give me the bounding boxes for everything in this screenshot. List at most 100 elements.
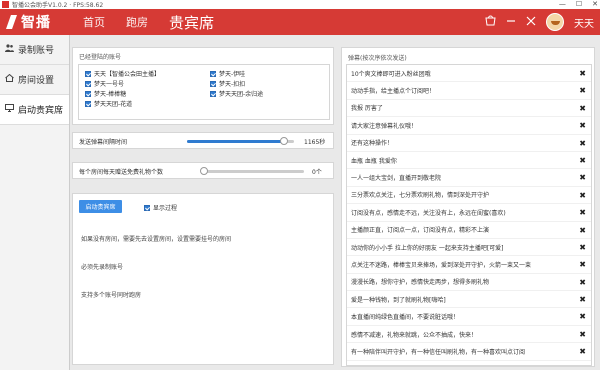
sidebar-item-label: 房间设置: [18, 76, 55, 86]
danmu-message-text: 有一种陪伴叫开守护，有一种信任叫刷礼物，有一种喜欢叫点订阅: [351, 348, 526, 356]
list-item[interactable]: 10个爽文棒即可进入粉丝团哦 ✖: [347, 65, 591, 83]
list-item[interactable]: 动动手指，给主播点个订阅吧！ ✖: [347, 82, 591, 100]
delete-icon[interactable]: ✖: [579, 243, 586, 252]
delete-icon[interactable]: ✖: [579, 70, 586, 78]
account-checkbox[interactable]: 梦天-扣扣: [210, 79, 330, 88]
account-checkbox[interactable]: 梦天一号号: [85, 79, 210, 88]
accounts-box: 已经登陆的账号 天天【智播公会田主播】 梦天-伊哇 梦天一号号 梦天-扣扣 梦天…: [72, 47, 334, 125]
app-header: 智播 首页 跑房 贵宾席 天天: [0, 9, 600, 35]
delete-icon[interactable]: ✖: [579, 348, 586, 356]
delete-icon[interactable]: ✖: [579, 139, 586, 148]
avatar[interactable]: [546, 13, 564, 31]
checkbox-checked-icon[interactable]: [210, 70, 216, 77]
list-item[interactable]: 爱是一种钱物，到了就刷礼物[嗨哈] ✖: [347, 291, 591, 309]
nav-home[interactable]: 首页: [83, 14, 105, 30]
gift-slider[interactable]: [200, 167, 304, 175]
checkbox-checked-icon[interactable]: [85, 100, 91, 107]
delete-icon[interactable]: ✖: [579, 87, 586, 95]
delete-icon[interactable]: ✖: [579, 313, 586, 321]
list-item[interactable]: 动动你的小小手 拉上你的好朋友 一起来支持主播吧[可爱] ✖: [347, 239, 591, 257]
list-item[interactable]: 还有这种操作！ ✖: [347, 135, 591, 152]
sidebar-item-start-vip[interactable]: 启动贵宾席: [0, 95, 69, 125]
delete-icon[interactable]: ✖: [579, 209, 586, 217]
account-checkbox[interactable]: 梦天-伊哇: [210, 69, 330, 78]
username[interactable]: 天天: [574, 15, 594, 30]
list-item[interactable]: 三分票欢点关注，七分票欢刷礼物，情到深处开守护 ✖: [347, 187, 591, 205]
interval-label: 发送弹幕间隔时间: [79, 139, 128, 146]
accounts-list: 天天【智播公会田主播】 梦天-伊哇 梦天一号号 梦天-扣扣 梦天-棒棒糖 梦天天…: [78, 64, 330, 120]
window-close-button[interactable]: ✕: [592, 0, 598, 9]
delete-icon[interactable]: ✖: [579, 261, 586, 269]
users-icon: [5, 44, 15, 55]
interval-slider-fill: [187, 140, 285, 143]
info-line: 如果没有房间，需要先去设置房间，设置需要挂号的房间: [81, 236, 232, 243]
list-item[interactable]: 本直播间纯绿色直播间，不要说脏话哦！ ✖: [347, 308, 591, 326]
list-item[interactable]: 主播颜正直，订阅点一点，订阅没有点，精彩不上演 ✖: [347, 222, 591, 239]
delete-icon[interactable]: ✖: [579, 191, 586, 200]
window-titlebar: 智播公会助手V1.0.2 · FPS:58.62 — ☐ ✕: [0, 0, 600, 9]
delete-icon[interactable]: ✖: [579, 226, 586, 235]
list-item[interactable]: 感情不减速，礼物来就跳，公众不抽成，快来！ ✖: [347, 326, 591, 344]
nav-run-room[interactable]: 跑房: [126, 14, 148, 30]
start-vip-button[interactable]: 启动贵宾席: [79, 200, 122, 213]
delete-icon[interactable]: ✖: [579, 122, 586, 130]
list-item[interactable]: 点关注不迷路，棒棒宝贝来捧场，爱到深处开守护，火箭一束又一束 ✖: [347, 256, 591, 274]
delete-icon[interactable]: ✖: [579, 296, 586, 304]
delete-icon[interactable]: ✖: [579, 174, 586, 182]
delete-icon[interactable]: ✖: [579, 104, 586, 113]
checkbox-checked-icon[interactable]: [85, 90, 91, 97]
account-label: 梦天天团-余归途: [219, 91, 264, 98]
info-line: 支持多个账号同时跑房: [81, 292, 142, 299]
account-label: 天天【智播公会田主播】: [94, 71, 161, 78]
window-minimize-button[interactable]: —: [559, 0, 566, 9]
checkbox-checked-icon[interactable]: [210, 90, 216, 97]
interval-slider-thumb[interactable]: [280, 137, 289, 145]
sidebar-item-room-settings[interactable]: 房间设置: [0, 65, 69, 95]
list-item[interactable]: 我报 厉害了 ✖: [347, 100, 591, 118]
list-item[interactable]: 血瓶 血瓶 我爱你 ✖: [347, 152, 591, 170]
danmu-message-text: 我报 厉害了: [351, 105, 383, 113]
close-icon[interactable]: [526, 16, 536, 29]
danmu-message-text: 10个爽文棒即可进入粉丝团哦: [351, 70, 431, 78]
danmu-message-text: 还有这种操作！: [351, 140, 394, 148]
list-item[interactable]: 请大家注意弹幕礼仪哦！ ✖: [347, 117, 591, 135]
danmu-message-text: 本直播间纯绿色直播间，不要说脏话哦！: [351, 314, 460, 322]
danmu-message-text: 动动你的小小手 拉上你的好朋友 一起来支持主播吧[可爱]: [351, 244, 504, 252]
window-maximize-button[interactable]: ☐: [576, 0, 582, 9]
list-item[interactable]: 订阅没有点，感情走不远，关注没有上，永远在闺蜜(喜欢) ✖: [347, 204, 591, 222]
danmu-list[interactable]: 10个爽文棒即可进入粉丝团哦 ✖ 动动手指，给主播点个订阅吧！ ✖ 我报 厉害了 ✖ 请大家…: [346, 64, 592, 366]
checkbox-checked-icon[interactable]: [210, 80, 216, 87]
shop-icon[interactable]: [485, 15, 496, 29]
sidebar-item-record-account[interactable]: 录制账号: [0, 35, 69, 65]
list-item[interactable]: 一人一组大宝剑，直播开到敬老院 ✖: [347, 169, 591, 187]
list-item[interactable]: 漫漫长路，想你守护，感情快走两步，想得多刷礼物 ✖: [347, 274, 591, 292]
gift-value: 0个: [312, 169, 322, 176]
info-line: 必须先录制账号: [81, 264, 124, 271]
checkbox-checked-icon[interactable]: [85, 80, 91, 87]
sidebar-item-label: 录制账号: [18, 46, 55, 56]
checkbox-checked-icon[interactable]: [85, 70, 91, 77]
gift-box: 每个房间每天赠送免费礼物个数 0个: [72, 162, 334, 179]
interval-box: 发送弹幕间隔时间 1165秒: [72, 132, 334, 149]
show-process-checkbox[interactable]: 显示过程: [144, 203, 177, 212]
gift-label: 每个房间每天赠送免费礼物个数: [79, 169, 164, 176]
minimize-icon[interactable]: [506, 16, 516, 29]
checkbox-checked-icon[interactable]: [144, 204, 150, 211]
account-checkbox[interactable]: 梦天天团-花道: [85, 99, 210, 108]
monitor-icon: [5, 104, 15, 115]
danmu-panel: 弹幕(按次序依次发送) 10个爽文棒即可进入粉丝团哦 ✖ 动动手指，给主播点个订阅吧…: [341, 47, 595, 367]
account-checkbox[interactable]: 天天【智播公会田主播】: [85, 69, 210, 78]
list-item[interactable]: 有一种陪伴叫开守护，有一种信任叫刷礼物，有一种喜欢叫点订阅 ✖: [347, 343, 591, 361]
account-checkbox[interactable]: 梦天天团-余归途: [210, 89, 330, 98]
delete-icon[interactable]: ✖: [579, 330, 586, 339]
danmu-message-text: 一人一组大宝剑，直播开到敬老院: [351, 175, 442, 183]
delete-icon[interactable]: ✖: [579, 156, 586, 165]
gift-slider-thumb[interactable]: [200, 167, 208, 175]
window-controls: — ☐ ✕: [559, 0, 598, 9]
interval-slider[interactable]: [187, 137, 294, 145]
account-checkbox[interactable]: 梦天-棒棒糖: [85, 89, 210, 98]
account-label: 梦天天团-花道: [94, 101, 133, 108]
nav-vip-seat[interactable]: 贵宾席: [169, 12, 214, 33]
delete-icon[interactable]: ✖: [579, 278, 586, 287]
danmu-title: 弹幕(按次序依次发送): [348, 55, 407, 62]
